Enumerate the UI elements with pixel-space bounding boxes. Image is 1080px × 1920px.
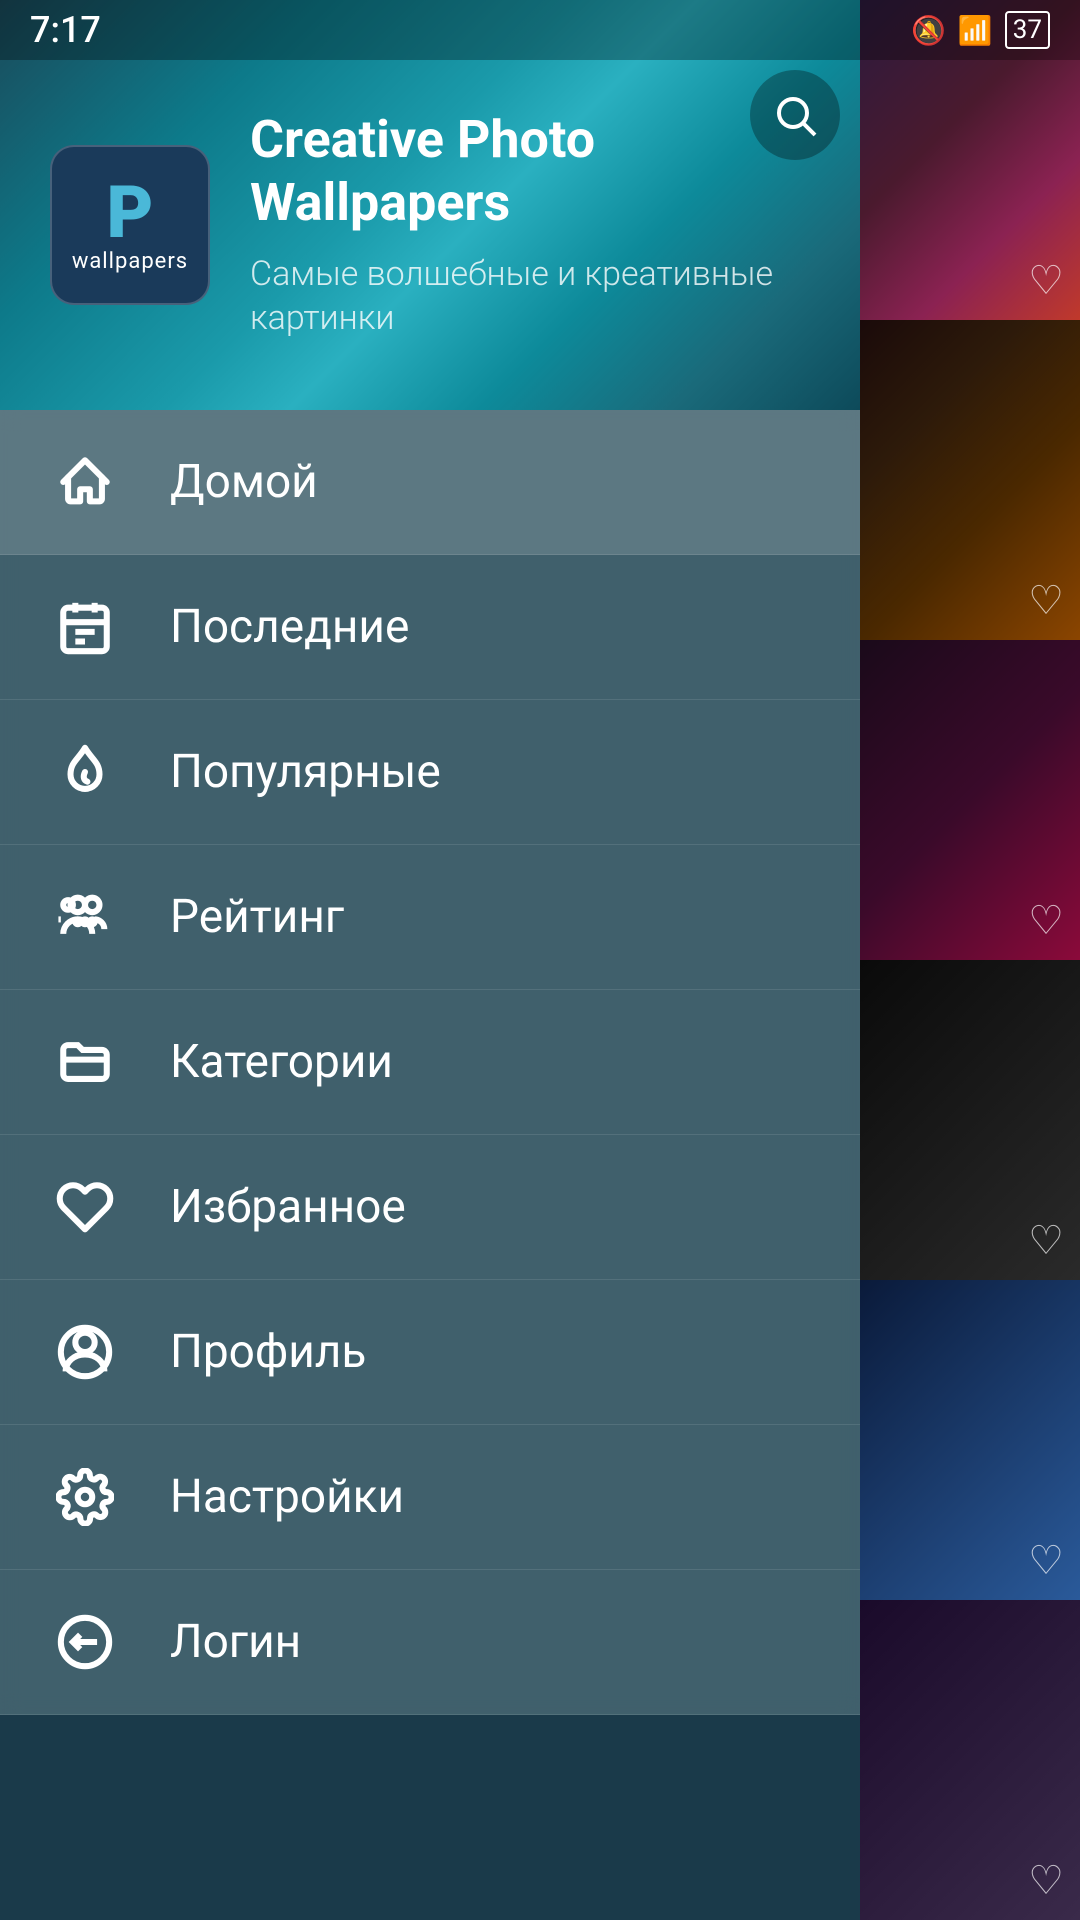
menu-item-settings[interactable]: Настройки [0,1425,860,1570]
wallpaper-thumb-4[interactable]: ♡ [860,960,1080,1280]
menu-item-home[interactable]: Домой [0,410,860,555]
search-button[interactable] [750,70,840,160]
app-logo: P wallpapers [50,145,210,305]
wallpaper-thumb-6[interactable]: ♡ [860,1600,1080,1920]
folder-icon [50,1027,120,1097]
favorite-button-1[interactable]: ♡ [1028,257,1064,304]
menu-label-popular: Популярные [170,745,441,799]
app-info: Creative Photo Wallpapers Самые волшебны… [250,109,810,340]
menu-item-recent[interactable]: Последние [0,555,860,700]
menu-label-profile: Профиль [170,1325,366,1379]
status-bar: 7:17 🔕 📶 37 [0,0,1080,60]
favorite-button-3[interactable]: ♡ [1028,897,1064,944]
heart-icon [50,1172,120,1242]
wallpaper-grid: ♡ ♡ ♡ ♡ ♡ ♡ [860,0,1080,1920]
status-icons: 🔕 📶 37 [911,11,1050,49]
menu-item-rating[interactable]: Рейтинг [0,845,860,990]
calendar-icon [50,592,120,662]
gear-icon [50,1462,120,1532]
menu-item-profile[interactable]: Профиль [0,1280,860,1425]
battery-icon: 37 [1005,11,1050,49]
logo-subtext: wallpapers [72,249,188,274]
favorite-button-2[interactable]: ♡ [1028,577,1064,624]
menu-label-rating: Рейтинг [170,890,344,944]
wallpaper-thumb-5[interactable]: ♡ [860,1280,1080,1600]
menu-label-recent: Последние [170,600,409,654]
mute-icon: 🔕 [911,14,946,47]
status-time: 7:17 [30,9,101,51]
menu-label-login: Логин [170,1615,301,1669]
menu-label-favorites: Избранное [170,1180,406,1234]
login-icon [50,1607,120,1677]
favorite-button-4[interactable]: ♡ [1028,1217,1064,1264]
wallpaper-thumb-3[interactable]: ♡ [860,640,1080,960]
favorite-button-6[interactable]: ♡ [1028,1857,1064,1904]
rating-icon [50,882,120,952]
home-icon [50,447,120,517]
signal-icon: 📶 [958,14,993,47]
person-icon [50,1317,120,1387]
menu-item-popular[interactable]: Популярные [0,700,860,845]
menu-item-favorites[interactable]: Избранное [0,1135,860,1280]
menu-label-settings: Настройки [170,1470,404,1524]
menu-item-categories[interactable]: Категории [0,990,860,1135]
menu-label-categories: Категории [170,1035,393,1089]
sidebar-menu: Домой Последние [0,410,860,1715]
fire-icon [50,737,120,807]
sidebar: P wallpapers Creative Photo Wallpapers С… [0,0,860,1920]
wallpaper-thumb-2[interactable]: ♡ [860,320,1080,640]
app-subtitle: Самые волшебные и креативные картинки [250,252,810,340]
logo-letter: P [107,177,154,249]
favorite-button-5[interactable]: ♡ [1028,1537,1064,1584]
menu-item-login[interactable]: Логин [0,1570,860,1715]
app-title: Creative Photo Wallpapers [250,109,810,234]
menu-label-home: Домой [170,455,318,509]
sidebar-header: P wallpapers Creative Photo Wallpapers С… [0,0,860,410]
